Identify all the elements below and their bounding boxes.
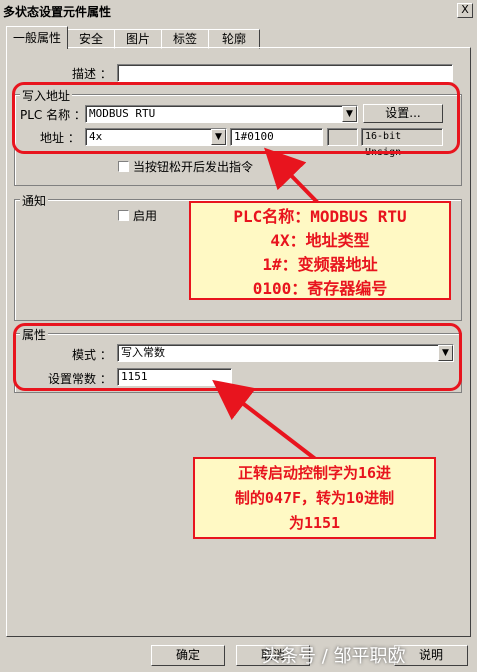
- plc-arrow: [264, 147, 320, 205]
- watermark: 头条号 / 邹平职欧: [262, 646, 406, 667]
- plc-note-line-1: PLC名称：MODBUS RTU: [233, 207, 407, 226]
- plc-annotation: PLC名称：MODBUS RTU 4X：地址类型 1#：变频器地址 0100：寄…: [189, 201, 451, 300]
- ok-button[interactable]: 确定: [151, 645, 225, 666]
- control-note-line-2: 制的047F，转为10进制: [234, 489, 395, 507]
- annotation-arrows: [212, 147, 320, 463]
- tab-general[interactable]: 一般属性: [6, 26, 68, 49]
- plc-note-line-4: 0100：寄存器编号: [252, 279, 388, 298]
- plc-note-line-2: 4X：地址类型: [270, 231, 370, 250]
- control-note-line-3: 为1151: [288, 514, 341, 532]
- constant-arrow: [212, 379, 320, 463]
- control-note-line-1: 正转启动控制字为16进: [237, 464, 392, 482]
- plc-note-line-3: 1#：变频器地址: [262, 255, 378, 274]
- constant-annotation: 正转启动控制字为16进 制的047F，转为10进制 为1151: [193, 457, 436, 539]
